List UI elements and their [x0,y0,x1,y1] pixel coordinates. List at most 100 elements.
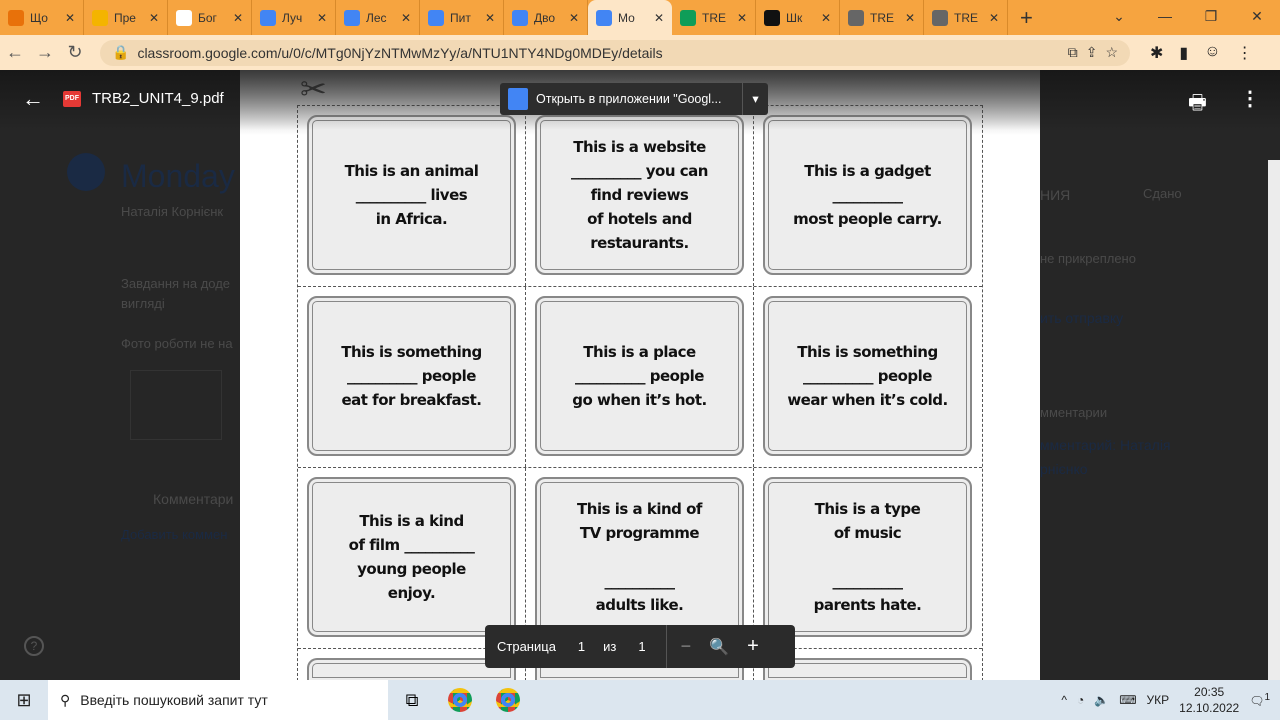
show-hidden-icons[interactable]: ^ [1061,693,1067,707]
chrome-icon[interactable] [448,688,472,712]
card-cell: This is a website __________ you can fin… [526,106,754,286]
browser-tab[interactable]: Лес ✕ [336,0,420,35]
window-controls: ⌄ — ❐ ✕ [1096,0,1280,32]
close-tab-icon[interactable]: ✕ [989,11,999,25]
volume-icon[interactable]: 🔈 [1094,693,1109,707]
browser-tab[interactable]: TRE ✕ [924,0,1008,35]
profile-avatar[interactable]: ☺ [1204,43,1220,63]
tab-title: Пит [450,10,471,25]
browser-tab[interactable]: Що ✕ [0,0,84,35]
windows-start-icon[interactable]: ⊞ [0,690,48,711]
private-comments-heading: мментарии [1040,405,1108,420]
card-cell: This is something __________ people eat … [298,287,526,467]
slides-icon [8,9,24,26]
zoom-out-button[interactable]: − [681,636,692,657]
browser-tab[interactable]: Дво ✕ [504,0,588,35]
restore-button[interactable]: ❐ [1188,0,1234,32]
close-tab-icon[interactable]: ✕ [905,11,915,25]
close-tab-icon[interactable]: ✕ [233,11,243,25]
notification-icon[interactable]: 🗨1 [1249,692,1270,708]
reload-icon[interactable]: ↻ [60,42,90,63]
close-viewer-back-icon[interactable]: ← [22,86,44,112]
close-tab-icon[interactable]: ✕ [654,11,664,25]
browser-tab[interactable]: Мо ✕ [588,0,672,35]
assignment-icon [67,153,105,191]
forward-icon[interactable]: → [30,42,60,63]
bookmark-star-icon[interactable]: ☆ [1105,44,1118,61]
translate-icon[interactable]: ⧉ [1068,44,1078,61]
pdf-page: ✂ This is an animal __________ lives in … [240,70,1040,681]
not-attached-text: не прикреплено [1040,251,1136,266]
zoom-icon[interactable]: 🔍 [709,637,729,657]
close-window-button[interactable]: ✕ [1234,0,1280,32]
chrome-icon-2[interactable] [496,688,520,712]
chevron-down-icon[interactable]: ▾ [742,83,768,115]
tab-title: Лес [366,10,387,25]
author: Наталія Корнієнк [121,204,224,219]
close-tab-icon[interactable]: ✕ [821,11,831,25]
url-input[interactable]: 🔒 classroom.google.com/u/0/c/MTg0NjYzNTM… [100,39,1130,66]
close-tab-icon[interactable]: ✕ [485,11,495,25]
scrollbar[interactable] [1268,160,1280,680]
close-tab-icon[interactable]: ✕ [569,11,579,25]
card-cell: This is a gadget __________ most people … [754,106,982,286]
close-tab-icon[interactable]: ✕ [737,11,747,25]
taskbar-search-input[interactable]: ⚲ Введіть пошуковий запит тут [48,680,388,720]
browser-tab[interactable]: TRE ✕ [672,0,756,35]
site-icon [764,9,780,26]
open-in-app-button[interactable]: Открыть в приложении "Googl... ▾ [500,83,768,115]
close-tab-icon[interactable]: ✕ [149,11,159,25]
new-tab-button[interactable]: + [1020,5,1033,31]
close-tab-icon[interactable]: ✕ [401,11,411,25]
tab-title: Дво [534,10,556,25]
date: 12.10.2022 [1179,701,1240,715]
more-options-icon[interactable]: ⋮ [1240,86,1260,111]
browser-tab[interactable]: Бог ✕ [168,0,252,35]
current-page[interactable]: 1 [578,639,585,654]
language-indicator[interactable]: УКР [1147,693,1170,707]
minimize-button[interactable]: — [1142,0,1188,32]
close-tab-icon[interactable]: ✕ [317,11,327,25]
keyboard-icon[interactable]: ⌨ [1119,693,1136,707]
task-view-icon[interactable]: ⧉ [388,690,436,711]
browser-tab[interactable]: Пре ✕ [84,0,168,35]
globe-icon [848,9,864,26]
description: Завдання на доде [121,276,231,291]
classroom-icon [596,9,612,26]
browser-tab[interactable]: Шк ✕ [756,0,840,35]
google-icon [260,9,276,26]
page-controls: Страница 1 из 1 − 🔍 + [485,625,795,668]
globe-icon [932,9,948,26]
card: This is a gadget __________ most people … [763,115,972,275]
slides-icon [92,9,108,26]
back-icon[interactable]: ← [0,42,30,63]
print-icon[interactable]: 🖶 [1188,88,1207,122]
tab-title: Бог [198,10,217,25]
tab-title: TRE [702,10,726,25]
add-private-comment-link[interactable]: мментарий: Наталія [1040,437,1171,453]
zoom-in-button[interactable]: + [747,635,759,658]
cancel-submit-button[interactable]: ить отправку [1040,310,1123,326]
close-tab-icon[interactable]: ✕ [65,11,75,25]
attachment-thumbnail[interactable] [130,370,222,440]
extensions-icon[interactable]: ✱ [1150,43,1163,63]
page-label: Страница [497,639,556,654]
google-docs-icon [508,88,528,110]
time: 20:35 [1194,685,1225,699]
assignment-title: Monday [121,158,235,194]
browser-tab[interactable]: Пит ✕ [420,0,504,35]
search-icon: ⚲ [60,691,71,708]
menu-icon[interactable]: ⋮ [1237,43,1253,63]
browser-tab[interactable]: TRE ✕ [840,0,924,35]
network-icon[interactable]: ◔ [1077,693,1084,707]
add-private-comment-link-2[interactable]: рнієнко [1040,461,1088,477]
add-comment-link[interactable]: Добавить коммен [121,527,227,542]
clock[interactable]: 20:35 12.10.2022 [1179,684,1239,716]
help-icon[interactable]: ? [24,636,44,656]
browser-tab[interactable]: Луч ✕ [252,0,336,35]
tab-search-icon[interactable]: ⌄ [1096,0,1142,32]
google-icon [344,9,360,26]
share-icon[interactable]: ⇪ [1086,44,1098,61]
comments-heading: Комментари [153,491,234,507]
side-panel-icon[interactable]: ▮ [1179,43,1188,63]
